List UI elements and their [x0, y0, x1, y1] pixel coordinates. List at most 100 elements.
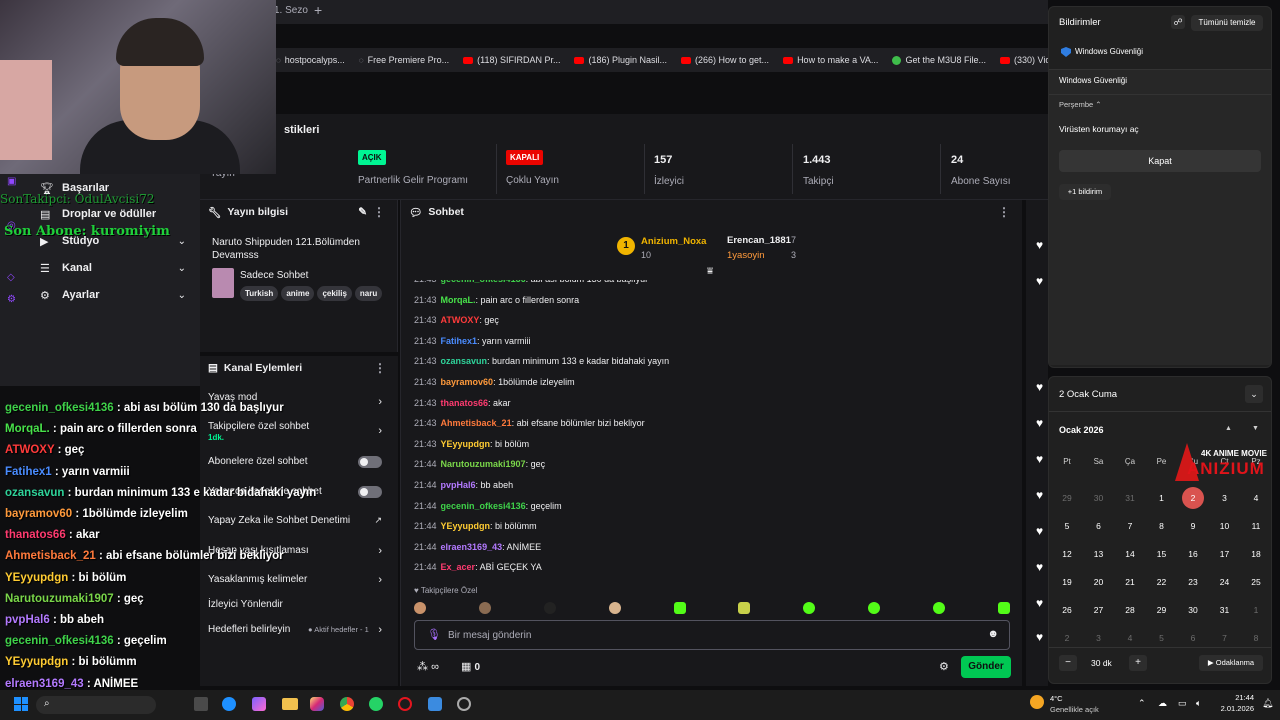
heart-icon[interactable]: ♥: [1036, 596, 1043, 610]
close-notification-button[interactable]: Kapat: [1059, 150, 1261, 172]
chat-message[interactable]: 21:44 elraen3169_43: ANİMEE: [414, 542, 541, 552]
bookmark-item[interactable]: ◌ hostpocalyps...: [276, 55, 345, 65]
chat-username[interactable]: YEyyupdgn: [441, 439, 491, 449]
chat-username[interactable]: pvpHal6: [441, 480, 476, 490]
network-icon[interactable]: ▭: [1178, 698, 1187, 709]
emoji-icon[interactable]: ☻: [987, 628, 999, 640]
chat-username[interactable]: YEyyupdgn: [441, 521, 491, 531]
heart-icon[interactable]: ♥: [1036, 524, 1043, 538]
calendar-day[interactable]: 31: [1211, 599, 1239, 621]
external-link-icon[interactable]: ↗: [374, 515, 382, 526]
chat-message[interactable]: 21:43 YEyyupdgn: bi bölüm: [414, 439, 529, 449]
calendar-day[interactable]: 9: [1179, 515, 1207, 537]
chat-username[interactable]: Ahmetisback_21: [441, 418, 512, 428]
notification-bell-icon[interactable]: 🔔︎: [1262, 698, 1273, 709]
points-icon[interactable]: ⁂ ∞: [417, 660, 439, 673]
heart-icon[interactable]: ♥: [1036, 452, 1043, 466]
bookmark-item[interactable]: (330) Video Came...: [999, 55, 1048, 65]
calendar-day[interactable]: 25: [1242, 571, 1270, 593]
bookmark-item[interactable]: ◌ Free Premiere Pro...: [359, 55, 449, 65]
more-icon[interactable]: ⋮: [374, 361, 386, 375]
task-view-icon[interactable]: [194, 697, 208, 711]
calendar-day[interactable]: 16: [1179, 543, 1207, 565]
edge-icon[interactable]: [222, 697, 236, 711]
calendar-day[interactable]: 14: [1116, 543, 1144, 565]
emote[interactable]: [738, 602, 751, 614]
calendar-day[interactable]: 13: [1085, 543, 1113, 565]
send-button[interactable]: Gönder: [961, 656, 1011, 678]
calendar-day[interactable]: 22: [1148, 571, 1176, 593]
heart-icon[interactable]: ♥: [1036, 380, 1043, 394]
chat-username[interactable]: gecenin_ofkesi4136: [441, 501, 526, 511]
volume-icon[interactable]: 🔈︎: [1196, 698, 1201, 709]
calendar-day[interactable]: 30: [1085, 487, 1113, 509]
chat-username[interactable]: MorqaL.: [441, 295, 476, 305]
calendar-day[interactable]: 29: [1053, 487, 1081, 509]
calendar-day[interactable]: 5: [1053, 515, 1081, 537]
chat-message[interactable]: 21:43 MorqaL.: pain arc o fillerden sonra: [414, 295, 579, 305]
chat-username[interactable]: bayramov60: [441, 377, 494, 387]
heart-icon[interactable]: ♥: [1036, 238, 1043, 252]
leader-user[interactable]: 1yasoyin: [727, 250, 765, 261]
twitch-icon[interactable]: ▣: [7, 176, 16, 187]
chat-message[interactable]: 21:44 YEyyupdgn: bi bölümm: [414, 521, 537, 531]
tag[interactable]: anime: [281, 286, 315, 301]
next-month-icon[interactable]: ▼: [1252, 425, 1259, 432]
chat-message[interactable]: 21:43 ATWOXY: geç: [414, 315, 499, 325]
calendar-day[interactable]: 27: [1085, 599, 1113, 621]
bookmark-item[interactable]: How to make a VA...: [783, 55, 878, 65]
chat-username[interactable]: Fatihex1: [441, 336, 478, 346]
tag[interactable]: çekiliş: [317, 286, 352, 301]
calendar-day[interactable]: 2: [1053, 627, 1081, 649]
chat-message[interactable]: 21:43 ozansavun: burdan minimum 133 e kad…: [414, 356, 669, 366]
app-icon[interactable]: [428, 697, 442, 711]
chevron-right-icon[interactable]: ›: [378, 425, 382, 437]
emote-only-toggle[interactable]: [358, 486, 382, 498]
file-explorer-icon[interactable]: [282, 698, 298, 710]
focus-start-button[interactable]: ▶ Odaklanma: [1199, 655, 1263, 671]
calendar-day[interactable]: 1: [1242, 599, 1270, 621]
chevron-right-icon[interactable]: ›: [378, 396, 382, 408]
chevron-down-icon[interactable]: ⌄: [178, 290, 186, 301]
chat-username[interactable]: Ex_acer: [441, 562, 476, 572]
bookmark-item[interactable]: (266) How to get...: [681, 55, 769, 65]
chat-username[interactable]: elraen3169_43: [441, 542, 503, 552]
calendar-day[interactable]: 8: [1242, 627, 1270, 649]
calendar-day[interactable]: 11: [1242, 515, 1270, 537]
nav-item-drops[interactable]: Droplar ve ödüller: [62, 208, 156, 220]
calendar-day[interactable]: 12: [1053, 543, 1081, 565]
calendar-day[interactable]: 31: [1116, 487, 1144, 509]
calendar-day[interactable]: 18: [1242, 543, 1270, 565]
more-icon[interactable]: ⋮: [998, 205, 1010, 219]
calendar-day[interactable]: 3: [1085, 627, 1113, 649]
calendar-day[interactable]: 24: [1211, 571, 1239, 593]
chevron-right-icon[interactable]: ›: [378, 624, 382, 636]
calendar-day[interactable]: 4: [1242, 487, 1270, 509]
calendar-day-selected[interactable]: 2: [1182, 487, 1204, 509]
chat-settings-icon[interactable]: ⚙: [939, 660, 949, 673]
more-notifications-button[interactable]: +1 bildirim: [1059, 184, 1111, 200]
heart-icon[interactable]: ♥: [1036, 560, 1043, 574]
calendar-day[interactable]: 10: [1211, 515, 1239, 537]
chevron-right-icon[interactable]: ›: [378, 574, 382, 586]
chevron-down-icon[interactable]: ⌄: [178, 236, 186, 247]
calendar-day[interactable]: 6: [1085, 515, 1113, 537]
clock-date[interactable]: 2.01.2026: [1206, 704, 1254, 713]
chat-message[interactable]: 21:43 bayramov60: 1bölümde izleyelim: [414, 377, 575, 387]
increase-focus-button[interactable]: +: [1129, 655, 1147, 671]
do-not-disturb-icon[interactable]: ☍: [1171, 15, 1185, 29]
heart-icon[interactable]: ♥: [1036, 630, 1043, 644]
clock-time[interactable]: 21:44: [1214, 693, 1254, 702]
tray-chevron-icon[interactable]: ⌃: [1138, 698, 1146, 709]
chat-message[interactable]: 21:44 gecenin_ofkesi4136: geçelim: [414, 501, 562, 511]
calendar-day[interactable]: 5: [1148, 627, 1176, 649]
chat-username[interactable]: gecenin_ofkesi4136: [441, 280, 526, 284]
chat-username[interactable]: ozansavun: [441, 356, 488, 366]
bookmark-item[interactable]: (186) Plugin Nasil...: [574, 55, 667, 65]
chevron-down-icon[interactable]: ⌄: [178, 263, 186, 274]
chat-message[interactable]: 21:44 pvpHal6: bb abeh: [414, 480, 513, 490]
calendar-day[interactable]: 21: [1116, 571, 1144, 593]
calendar-day[interactable]: 7: [1116, 515, 1144, 537]
rail-gear-icon[interactable]: ⚙: [7, 294, 16, 305]
clear-all-button[interactable]: Tümünü temizle: [1191, 15, 1263, 31]
